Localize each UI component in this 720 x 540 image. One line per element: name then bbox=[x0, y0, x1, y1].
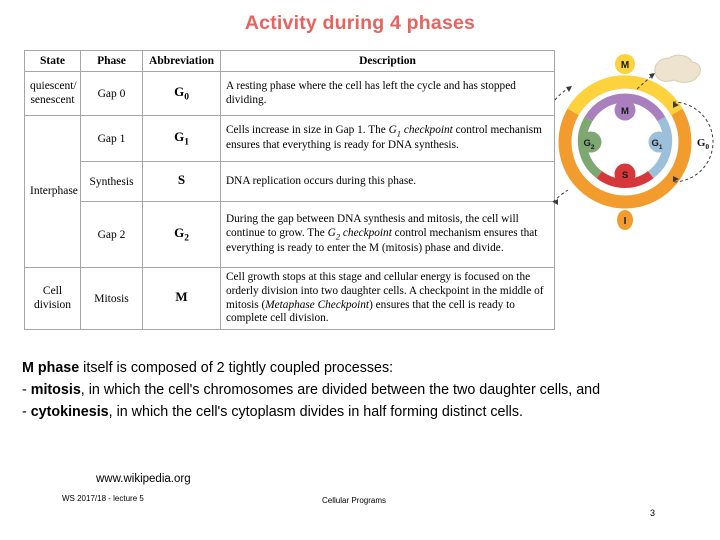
column-header-description: Description bbox=[220, 50, 555, 72]
cycle-arrow-lower-left bbox=[553, 189, 569, 203]
inner-label-s-text: S bbox=[622, 170, 628, 181]
phase-table-container: State Phase Abbreviation Description qui… bbox=[24, 50, 555, 331]
body-line-3-prefix: - bbox=[22, 403, 31, 420]
cell-phase: Gap 1 bbox=[80, 115, 143, 162]
cell-description: During the gap between DNA synthesis and… bbox=[220, 201, 555, 268]
body-line-1: M phase itself is composed of 2 tightly … bbox=[22, 358, 702, 380]
cell-phase: Gap 0 bbox=[80, 71, 143, 116]
body-bold-cytokinesis: cytokinesis bbox=[30, 403, 109, 420]
cell-abbreviation: S bbox=[142, 161, 221, 202]
cycle-arrow-head-lower-left bbox=[553, 199, 558, 205]
body-bold-m-phase: M phase bbox=[22, 360, 80, 376]
cell-description: Cells increase in size in Gap 1. The G1 … bbox=[220, 115, 555, 162]
body-line-2-prefix: - bbox=[22, 381, 31, 398]
footer-page-number: 3 bbox=[650, 508, 656, 518]
outer-label-i-text: I bbox=[624, 216, 627, 227]
abbr-subscript: 2 bbox=[184, 233, 189, 244]
abbr-subscript: 0 bbox=[184, 92, 189, 103]
body-line-1-rest: itself is composed of 2 tightly coupled … bbox=[79, 360, 394, 376]
inner-label-m-text: M bbox=[621, 106, 629, 117]
table-row: quiescent/senescent Gap 0 G0 A resting p… bbox=[24, 71, 555, 116]
cycle-arrow-head-upper-left bbox=[566, 86, 572, 92]
cell-abbreviation: G1 bbox=[142, 115, 221, 162]
cell-description: DNA replication occurs during this phase… bbox=[220, 161, 555, 202]
cell-state-interphase: Interphase bbox=[24, 115, 81, 268]
body-line-2: - mitosis, in which the cell's chromosom… bbox=[22, 380, 702, 402]
cell-description: A resting phase where the cell has left … bbox=[220, 71, 555, 116]
cell-phase: Synthesis bbox=[80, 161, 143, 202]
body-bold-mitosis: mitosis bbox=[30, 381, 81, 398]
footer-lecture-info: WS 2017/18 - lecture 5 bbox=[62, 494, 144, 503]
g0-label-text: G0 bbox=[697, 137, 710, 151]
column-header-phase: Phase bbox=[80, 50, 143, 72]
body-line-2-rest: , in which the cell's chromosomes are di… bbox=[80, 381, 601, 398]
cell-abbreviation: G2 bbox=[142, 201, 221, 268]
cell-phase: Mitosis bbox=[80, 266, 143, 331]
cell-state-cell-division: Cell division bbox=[24, 266, 81, 331]
daughter-cell-blob bbox=[654, 54, 701, 83]
abbr-base: M bbox=[175, 289, 188, 305]
cell-cycle-diagram: M I M G2 G1 S G0 bbox=[553, 42, 720, 242]
cell-state: quiescent/senescent bbox=[24, 71, 81, 116]
footer-course-title: Cellular Programs bbox=[322, 496, 387, 505]
abbr-base: G bbox=[174, 225, 185, 241]
cell-abbreviation: M bbox=[142, 266, 221, 331]
column-header-state: State bbox=[24, 50, 81, 72]
cell-phase: Gap 2 bbox=[80, 201, 143, 268]
table-row: Interphase Gap 1 G1 Cells increase in si… bbox=[24, 115, 555, 268]
column-header-abbreviation: Abbreviation bbox=[142, 50, 221, 72]
table-header-row: State Phase Abbreviation Description bbox=[24, 50, 555, 72]
table-row: Synthesis S DNA replication occurs durin… bbox=[25, 161, 555, 202]
page-title: Activity during 4 phases bbox=[244, 12, 476, 34]
state-label-quiescent: quiescent/senescent bbox=[30, 80, 77, 106]
body-line-3-rest: , in which the cell's cytoplasm divides … bbox=[108, 403, 523, 420]
abbr-subscript: 1 bbox=[184, 137, 189, 148]
cell-description: Cell growth stops at this stage and cell… bbox=[220, 266, 555, 331]
body-paragraph: M phase itself is composed of 2 tightly … bbox=[22, 358, 702, 424]
source-url: www.wikipedia.org bbox=[96, 473, 191, 485]
outer-label-m-text: M bbox=[621, 60, 629, 71]
cell-cycle-phase-table: State Phase Abbreviation Description qui… bbox=[24, 50, 555, 331]
cell-abbreviation: G0 bbox=[142, 71, 221, 116]
abbr-base: G bbox=[174, 84, 185, 100]
table-row: Gap 2 G2 During the gap between DNA synt… bbox=[25, 201, 555, 268]
abbr-base: S bbox=[177, 172, 186, 188]
state-label-cell-division: Cell division bbox=[33, 285, 72, 311]
body-line-3: - cytokinesis, in which the cell's cytop… bbox=[22, 402, 702, 424]
abbr-base: G bbox=[174, 129, 185, 145]
table-row: Cell division Mitosis M Cell growth stops… bbox=[24, 266, 555, 331]
